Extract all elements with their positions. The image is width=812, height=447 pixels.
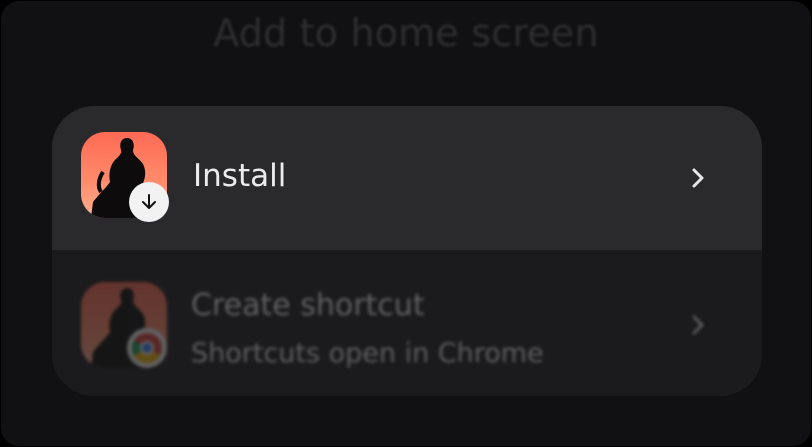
create-shortcut-option[interactable]: Create shortcut Shortcuts open in Chrome (52, 250, 762, 396)
add-to-home-screen-sheet: Add to home screen Install Create shortc… (1, 1, 811, 446)
chevron-right-icon (692, 168, 704, 188)
dialog-title: Add to home screen (213, 11, 599, 55)
shortcut-content: Create shortcut Shortcuts open in Chrome (52, 250, 762, 396)
create-shortcut-sublabel: Shortcuts open in Chrome (191, 338, 544, 369)
chrome-icon (127, 328, 167, 368)
create-shortcut-label: Create shortcut (191, 288, 425, 323)
chevron-right-icon (692, 315, 704, 335)
download-icon (129, 182, 169, 222)
install-option[interactable]: Install (52, 106, 762, 250)
options-card: Install Create shortcut Shortcuts open i… (52, 106, 762, 396)
install-label: Install (193, 158, 287, 194)
